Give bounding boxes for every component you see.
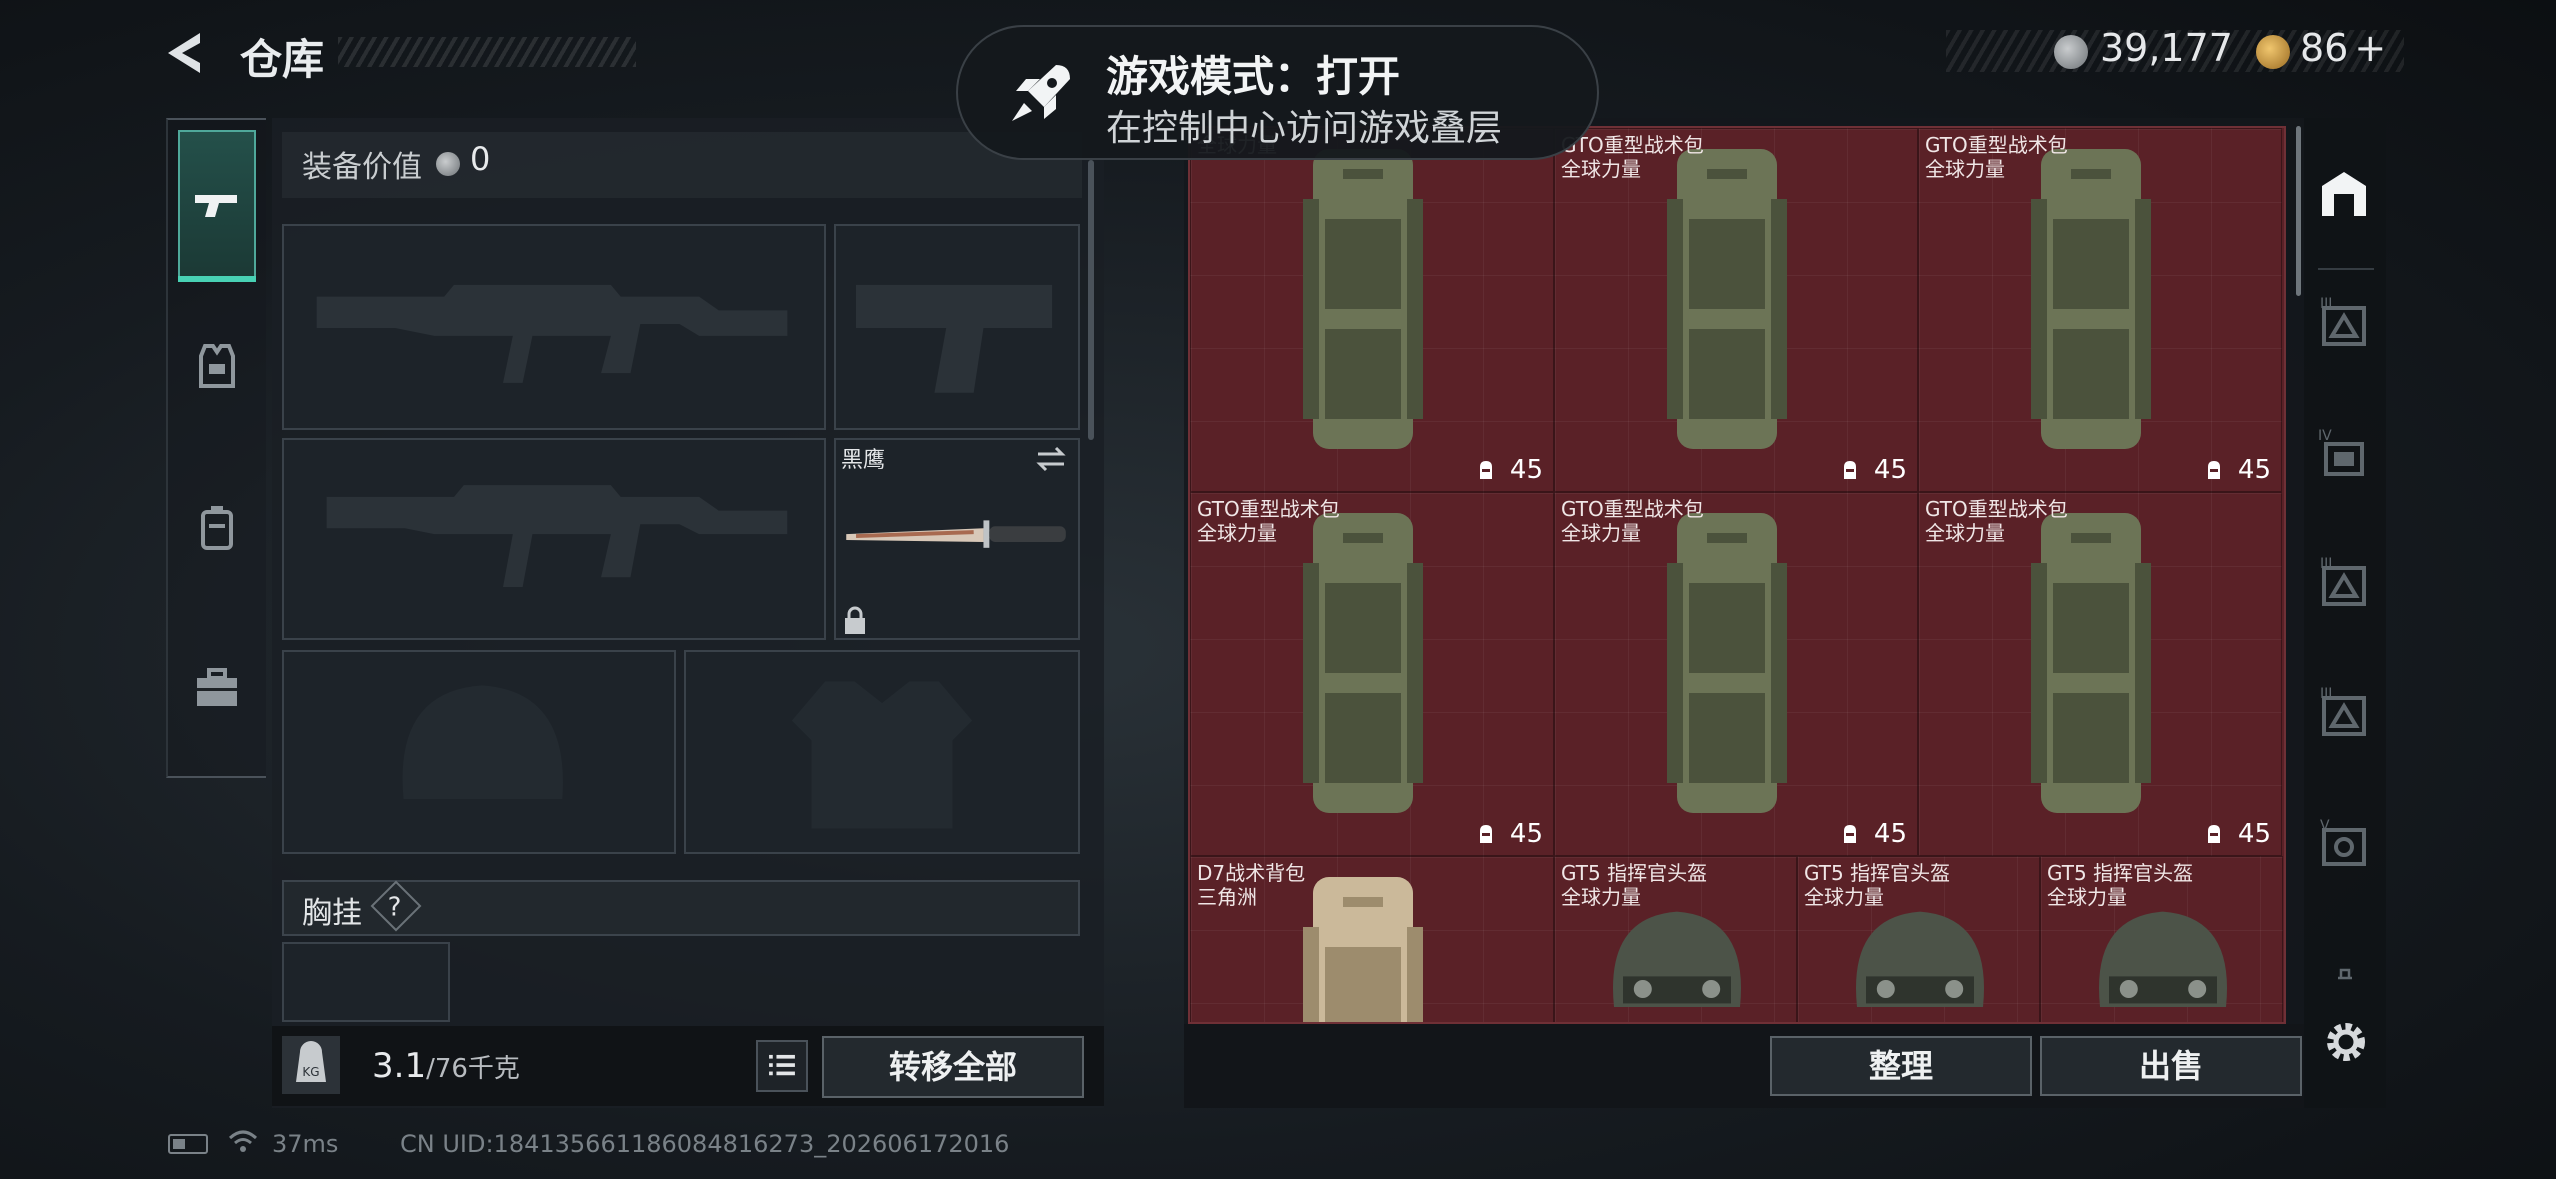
durability-icon (2208, 825, 2220, 843)
svg-text:III: III (2320, 686, 2332, 702)
scroll-marker-icon (2338, 968, 2352, 980)
helmet-silhouette-icon (402, 685, 563, 800)
armor-silhouette-icon (791, 681, 973, 829)
chest-rig-slot[interactable] (282, 942, 450, 1022)
gold-coin-icon (2256, 35, 2290, 69)
swap-icon[interactable] (1034, 444, 1068, 474)
nav-active-indicator (178, 276, 256, 282)
rifle-silhouette-icon (316, 284, 788, 383)
item-count: 45 (1873, 819, 1907, 849)
silver-coin-icon (2054, 35, 2088, 69)
equipment-value-label: 装备价值 (302, 150, 422, 185)
svg-text:III: III (2320, 556, 2332, 572)
gear-icon[interactable] (2320, 1016, 2372, 1068)
weight-icon: KG (282, 1036, 340, 1094)
equipment-scrollbar[interactable] (1088, 160, 1094, 440)
inventory-item[interactable]: GTO重型战术包 全球力量 45 (1918, 492, 2282, 856)
add-currency-icon[interactable]: + (2354, 26, 2386, 70)
durability-icon (1480, 825, 1492, 843)
armor-vest-icon[interactable] (189, 338, 245, 394)
back-arrow-icon[interactable] (160, 28, 220, 78)
item-name: GT5 指挥官头盔 全球力量 (1804, 861, 1951, 909)
helmet-slot[interactable] (282, 650, 676, 854)
title-decoration (338, 37, 636, 67)
durability-icon (1480, 461, 1492, 479)
tab-divider (2318, 268, 2374, 270)
item-count: 45 (1873, 455, 1907, 485)
ping-readout: 37ms (272, 1130, 339, 1158)
tier-iv-armor-tab-icon[interactable]: IV (2314, 426, 2374, 486)
item-name: GTO重型战术包 全球力量 (1561, 133, 1704, 181)
rifle-silhouette-icon (326, 485, 788, 588)
backpack-image (1263, 129, 1463, 473)
inventory-scrollbar[interactable] (2296, 126, 2301, 296)
wifi-icon (228, 1130, 258, 1152)
inventory-item[interactable]: GTO重型战术包 全球力量 45 (1554, 492, 1918, 856)
weight-readout: 3.1/76千克 (372, 1046, 520, 1086)
page-title: 仓库 (240, 35, 325, 84)
rocket-icon (1012, 65, 1070, 121)
sidearm-slot[interactable] (834, 224, 1080, 430)
toast-title: 游戏模式：打开 (1106, 52, 1401, 101)
inventory-item[interactable]: GT5 指挥官头盔 全球力量 (1554, 856, 1797, 1022)
item-name: D7战术背包 三角洲 (1197, 861, 1306, 909)
list-icon (769, 1054, 795, 1076)
inventory-item[interactable]: GTO重型战术包 全球力量 45 (1918, 128, 2282, 492)
item-count: 45 (1509, 819, 1543, 849)
lock-icon (845, 606, 865, 634)
inventory-item[interactable]: GT5 指挥官头盔 全球力量 (1797, 856, 2040, 1022)
inventory-item[interactable]: GT5 指挥官头盔 全球力量 (2040, 856, 2283, 1022)
tier-iii-case-tab-icon[interactable]: III (2314, 686, 2374, 746)
inventory-item[interactable]: D7战术背包 三角洲 (1190, 856, 1554, 1022)
backpack-icon[interactable] (189, 500, 245, 556)
durability-icon (1844, 461, 1856, 479)
currency-gold[interactable]: 86 + (2300, 26, 2386, 70)
storage-home-icon[interactable] (2314, 164, 2374, 224)
item-name: GTO重型战术包 全球力量 (1561, 497, 1704, 545)
tier-iii-bag-tab-icon[interactable]: III (2314, 556, 2374, 616)
secondary-weapon-slot[interactable] (282, 438, 826, 640)
melee-item-name: 黑鹰 (841, 448, 886, 473)
svg-text:IV: IV (2318, 428, 2332, 444)
list-view-button[interactable] (756, 1040, 808, 1092)
inventory-item[interactable]: GTO重型战术包 全球力量 45 (1190, 492, 1554, 856)
inventory-item[interactable]: GTO重型战术包 全球力量 45 (1554, 128, 1918, 492)
chest-rig-label: 胸挂 (302, 896, 362, 931)
sell-button[interactable]: 出售 (2040, 1036, 2302, 1096)
svg-text:V: V (2320, 818, 2330, 834)
item-name: GTO重型战术包 全球力量 (1925, 133, 2068, 181)
battery-icon (168, 1134, 208, 1154)
inventory-grid: 全球力量45GTO重型战术包全球力量45GTO重型战术包全球力量45GTO重型战… (1188, 126, 2286, 1024)
currency-silver: 39,177 (2100, 26, 2233, 70)
equipment-value: 0 (470, 140, 491, 178)
item-name: GT5 指挥官头盔 全球力量 (2047, 861, 2194, 909)
item-name: GT5 指挥官头盔 全球力量 (1561, 861, 1708, 909)
toolbox-icon[interactable] (189, 660, 245, 716)
pistol-icon (195, 195, 237, 217)
durability-icon (2208, 461, 2220, 479)
durability-icon (1844, 825, 1856, 843)
pistol-silhouette-icon (856, 284, 1053, 393)
primary-weapon-slot[interactable] (282, 224, 826, 430)
transfer-all-button[interactable]: 转移全部 (822, 1036, 1084, 1098)
inventory-item[interactable]: 全球力量45 (1190, 128, 1554, 492)
item-name: GTO重型战术包 全球力量 (1925, 497, 2068, 545)
tier-iii-armor-tab-icon[interactable]: III (2314, 296, 2374, 356)
sort-button[interactable]: 整理 (1770, 1036, 2032, 1096)
user-uid: CN UID:18413566118608481​6273_2026061720… (400, 1130, 1010, 1158)
item-count: 45 (1509, 455, 1543, 485)
svg-text:III: III (2320, 296, 2332, 312)
item-count: 45 (2237, 455, 2271, 485)
svg-text:KG: KG (302, 1065, 319, 1079)
tier-v-tab-icon[interactable]: V (2314, 816, 2374, 876)
body-armor-slot[interactable] (684, 650, 1080, 854)
silver-coin-icon (436, 152, 460, 176)
toast-subtitle: 在控制中心访问游戏叠层 (1106, 108, 1503, 149)
item-count: 45 (2237, 819, 2271, 849)
item-name: GTO重型战术包 全球力量 (1197, 497, 1340, 545)
game-mode-toast: 游戏模式：打开 在控制中心访问游戏叠层 (956, 25, 1599, 160)
